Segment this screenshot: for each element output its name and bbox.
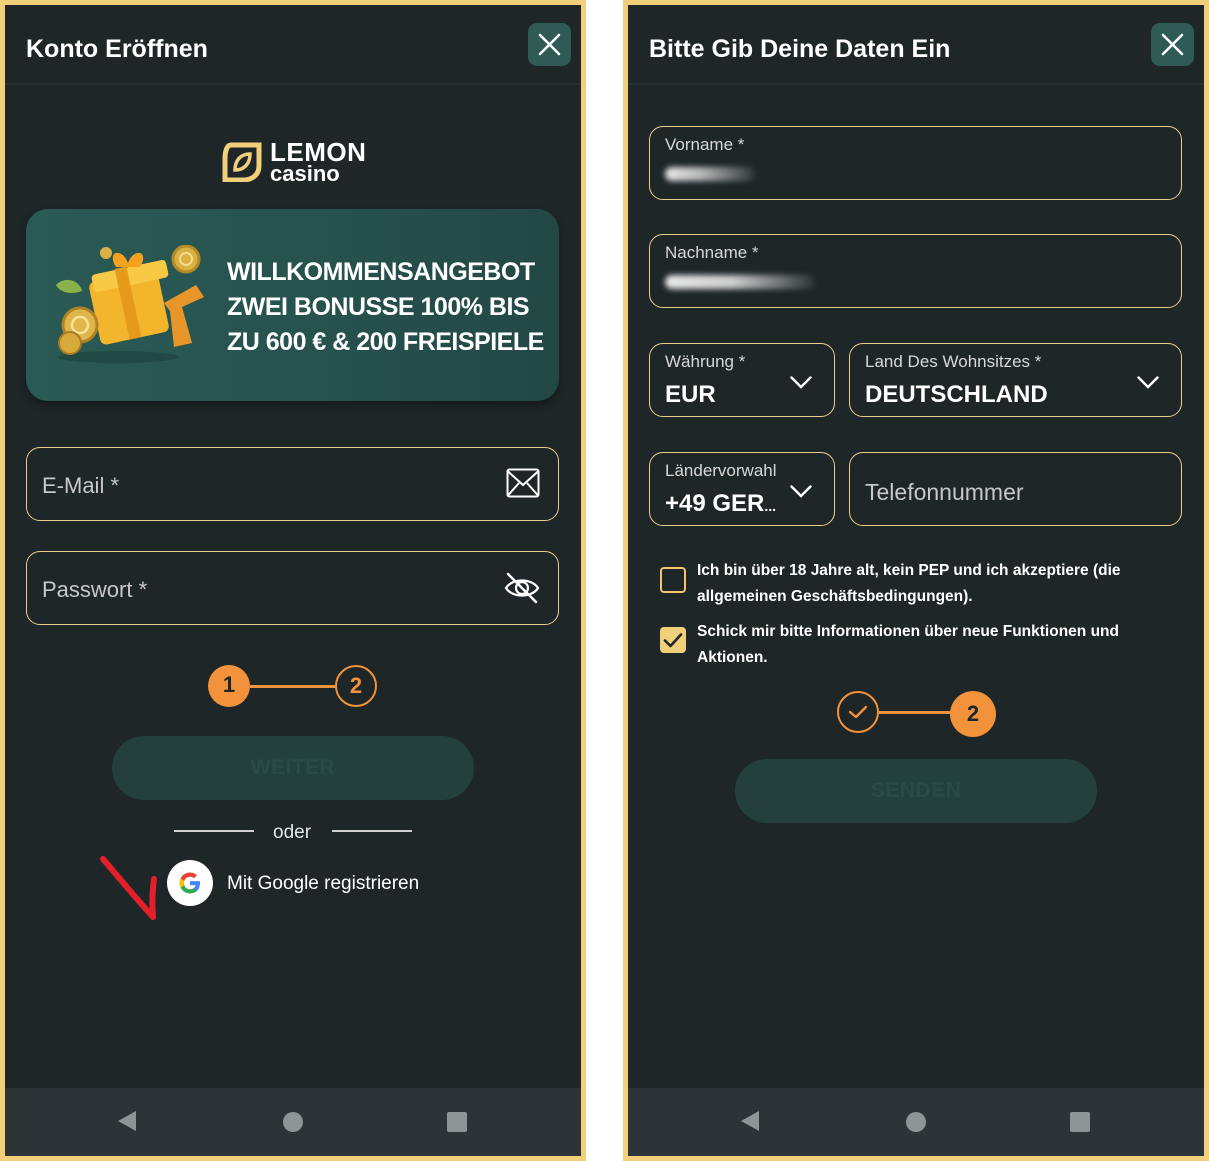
header: Bitte Gib Deine Daten Ein — [628, 5, 1204, 85]
newsletter-checkbox-label[interactable]: Schick mir bitte Informationen über neue… — [697, 619, 1137, 671]
signup-step1-screen: Konto Eröffnen LEMON casino WILLKOMMENSA… — [0, 0, 586, 1161]
lemon-logo-icon — [222, 142, 262, 182]
offer-line-3: ZU 600 € & 200 FREISPIELE — [227, 328, 544, 356]
divider-left — [174, 830, 254, 832]
last-name-field[interactable]: Nachname * — [649, 234, 1182, 308]
page-title: Bitte Gib Deine Daten Ein — [649, 35, 951, 63]
google-signup-button[interactable] — [167, 860, 213, 906]
first-name-field[interactable]: Vorname * — [649, 126, 1182, 200]
dial-code-select[interactable]: Ländervorwahl +49 GER... — [649, 452, 835, 526]
first-name-label: Vorname * — [665, 135, 745, 154]
header: Konto Eröffnen — [5, 5, 581, 85]
dial-code-label: Ländervorwahl — [665, 461, 777, 480]
home-icon[interactable] — [283, 1112, 303, 1132]
recents-icon[interactable] — [447, 1112, 467, 1132]
terms-checkbox-label[interactable]: Ich bin über 18 Jahre alt, kein PEP und … — [697, 558, 1137, 610]
dial-code-text: +49 GER — [665, 490, 765, 517]
chevron-down-icon — [1137, 376, 1159, 389]
currency-label: Währung * — [665, 352, 746, 371]
recents-icon[interactable] — [1070, 1112, 1090, 1132]
password-placeholder: Passwort * — [42, 577, 148, 602]
dial-code-value: +49 GER... — [665, 490, 776, 518]
step-connector — [250, 685, 336, 688]
email-placeholder: E-Mail * — [42, 473, 120, 498]
first-name-value-redacted — [665, 167, 755, 181]
google-icon — [179, 872, 200, 894]
close-icon — [538, 33, 561, 56]
password-field[interactable]: Passwort * — [26, 551, 559, 625]
close-button[interactable] — [1151, 23, 1194, 66]
submit-button[interactable]: SENDEN — [735, 759, 1097, 823]
divider-text: oder — [273, 822, 312, 843]
last-name-value-redacted — [665, 275, 815, 289]
phone-number-placeholder: Telefonnummer — [865, 479, 1024, 505]
home-icon[interactable] — [906, 1112, 926, 1132]
currency-value: EUR — [665, 381, 716, 408]
android-nav-bar — [5, 1088, 581, 1156]
check-icon — [848, 705, 868, 719]
logo-text-casino: casino — [270, 161, 340, 186]
mail-icon — [506, 468, 540, 498]
chevron-down-icon — [790, 376, 812, 389]
step-1-indicator: 1 — [208, 665, 250, 707]
country-value: DEUTSCHLAND — [865, 381, 1048, 408]
red-arrow-annotation — [100, 856, 157, 920]
newsletter-checkbox[interactable] — [660, 627, 686, 653]
android-nav-bar — [628, 1088, 1204, 1156]
welcome-offer-text: WILLKOMMENSANGEBOT ZWEI BONUSSE 100% BIS… — [227, 255, 557, 360]
offer-line-2: ZWEI BONUSSE 100% BIS — [227, 293, 530, 321]
email-field[interactable]: E-Mail * — [26, 447, 559, 521]
eye-off-icon[interactable] — [504, 572, 540, 604]
step-2-indicator: 2 — [950, 691, 996, 737]
chevron-down-icon — [790, 485, 812, 498]
last-name-label: Nachname * — [665, 243, 759, 262]
currency-select[interactable]: Währung * EUR — [649, 343, 835, 417]
back-icon[interactable] — [740, 1110, 760, 1132]
google-signup-label[interactable]: Mit Google registrieren — [227, 873, 419, 895]
gift-coins-illustration — [56, 245, 204, 363]
close-button[interactable] — [528, 23, 571, 66]
phone-number-field[interactable]: Telefonnummer — [849, 452, 1182, 526]
page-title: Konto Eröffnen — [26, 35, 208, 63]
welcome-offer-banner[interactable]: WILLKOMMENSANGEBOT ZWEI BONUSSE 100% BIS… — [26, 209, 559, 401]
back-icon[interactable] — [117, 1110, 137, 1132]
terms-checkbox[interactable] — [660, 567, 686, 593]
step-2-indicator: 2 — [335, 665, 377, 707]
step-1-complete-indicator — [837, 691, 879, 733]
country-label: Land Des Wohnsitzes * — [865, 352, 1042, 371]
next-button[interactable]: WEITER — [112, 736, 474, 800]
divider-right — [332, 830, 412, 832]
dial-code-ellipsis: ... — [764, 498, 777, 514]
offer-line-1: WILLKOMMENSANGEBOT — [227, 258, 535, 286]
check-icon — [663, 633, 683, 648]
signup-step2-screen: Bitte Gib Deine Daten Ein Vorname * Nach… — [623, 0, 1209, 1161]
country-select[interactable]: Land Des Wohnsitzes * DEUTSCHLAND — [849, 343, 1182, 417]
step-connector — [879, 711, 955, 714]
close-icon — [1161, 33, 1184, 56]
